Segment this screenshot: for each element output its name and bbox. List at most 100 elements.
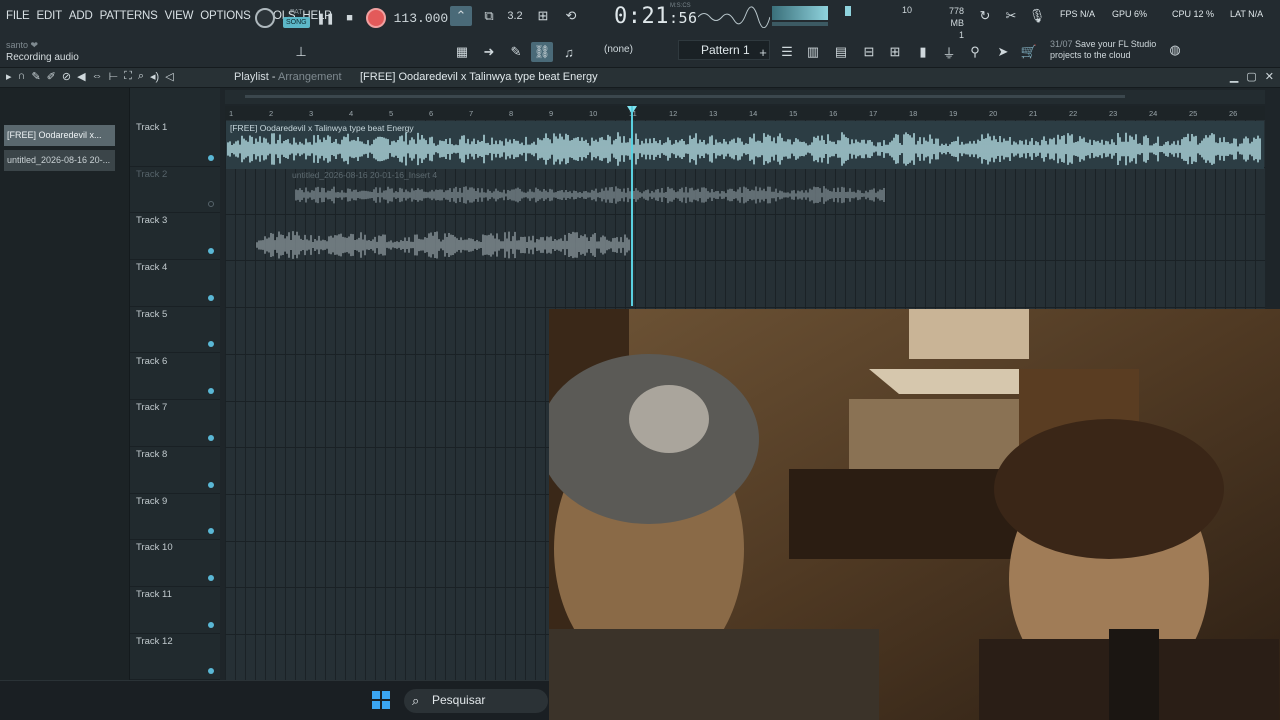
pat-song-switch[interactable]: PAT SONG bbox=[283, 8, 310, 28]
wait-input-icon[interactable]: ⧉ bbox=[478, 6, 500, 26]
tempo-display[interactable]: 113.000 bbox=[394, 11, 449, 26]
delete-icon[interactable]: ⊘ bbox=[62, 70, 71, 83]
channel-selector[interactable]: (none) bbox=[604, 44, 633, 55]
piano-icon[interactable]: ▦ bbox=[451, 42, 473, 62]
track-active-dot[interactable] bbox=[208, 341, 214, 348]
globe-icon[interactable]: ◍ bbox=[1164, 40, 1186, 60]
track-name: Track 8 bbox=[136, 448, 168, 460]
track-header[interactable]: Track 1 bbox=[130, 120, 220, 167]
time-unit: M:S:CS bbox=[670, 3, 691, 9]
pencil-icon[interactable]: ✎ bbox=[505, 42, 527, 62]
news-line1: Save your FL Studio bbox=[1075, 39, 1157, 49]
track-header[interactable]: Track 12 bbox=[130, 634, 220, 681]
draw-icon[interactable]: ✎ bbox=[31, 70, 40, 83]
track-name: Track 5 bbox=[136, 308, 168, 320]
track-header[interactable]: Track 5 bbox=[130, 307, 220, 354]
mute-icon[interactable]: ◀ bbox=[77, 70, 85, 83]
add-pattern-icon[interactable]: + bbox=[752, 42, 774, 62]
plugin-picker-icon[interactable]: ⊞ bbox=[884, 42, 906, 62]
track-active-dot[interactable] bbox=[208, 388, 214, 395]
taskbar-search[interactable]: ⌕ Pesquisar bbox=[404, 689, 548, 713]
send-icon[interactable]: ➤ bbox=[992, 42, 1014, 62]
arrow-right-icon[interactable]: ➜ bbox=[478, 42, 500, 62]
countdown-icon[interactable]: 3.2 bbox=[504, 6, 526, 26]
menu-options[interactable]: OPTIONS bbox=[200, 10, 251, 22]
channel-rack-icon[interactable]: ▤ bbox=[830, 42, 852, 62]
pause-button[interactable]: ❚❚ bbox=[316, 10, 334, 26]
master-pitch-slider[interactable] bbox=[845, 6, 851, 16]
track-name: Track 2 bbox=[136, 168, 168, 180]
tuner-icon[interactable]: ⚲ bbox=[964, 42, 986, 62]
pat-label: PAT bbox=[290, 9, 303, 16]
track-header[interactable]: Track 8 bbox=[130, 447, 220, 494]
record-button[interactable] bbox=[365, 8, 386, 28]
slip-icon[interactable]: ⇔ bbox=[92, 70, 103, 83]
track-active-dot[interactable] bbox=[208, 574, 214, 581]
menu-view[interactable]: VIEW bbox=[165, 10, 194, 22]
ruler-bar-number: 26 bbox=[1229, 109, 1238, 118]
menu-add[interactable]: ADD bbox=[69, 10, 93, 22]
piano-roll-icon[interactable]: ⊟ bbox=[858, 42, 880, 62]
link-icon[interactable]: ⛓ bbox=[531, 42, 553, 62]
playhead[interactable] bbox=[631, 106, 633, 306]
track-header[interactable]: Track 2 bbox=[130, 167, 220, 214]
ruler-bar-number: 2 bbox=[269, 109, 274, 118]
horizontal-scrollbar[interactable] bbox=[225, 90, 1265, 104]
track-name: Track 1 bbox=[136, 122, 168, 133]
track-header[interactable]: Track 4 bbox=[130, 260, 220, 307]
master-volume-knob[interactable] bbox=[255, 8, 275, 28]
audio-icon[interactable]: ♫ bbox=[558, 42, 580, 62]
paint-icon[interactable]: ✐ bbox=[47, 70, 56, 83]
maximize-icon[interactable]: ▢ bbox=[1246, 70, 1256, 83]
mic-icon[interactable]: 🎙 bbox=[1026, 6, 1048, 26]
track-header[interactable]: Track 3 bbox=[130, 213, 220, 261]
menu-file[interactable]: FILE bbox=[6, 10, 30, 22]
mixer-icon[interactable]: ▥ bbox=[802, 42, 824, 62]
refresh-icon[interactable]: ↻ bbox=[974, 6, 996, 26]
plug-icon[interactable]: ⏚ bbox=[938, 42, 960, 62]
menu-patterns[interactable]: PATTERNS bbox=[100, 10, 158, 22]
select-icon[interactable]: ⛶ bbox=[124, 70, 132, 83]
browser-clip-insert[interactable]: untitled_2026-08-16 20-... bbox=[4, 150, 115, 171]
cut-icon[interactable]: ✂ bbox=[1000, 6, 1022, 26]
track-active-dot[interactable] bbox=[208, 481, 214, 488]
magnet-icon[interactable]: ∩ bbox=[18, 70, 26, 83]
track-header[interactable]: Track 9 bbox=[130, 494, 220, 541]
zoom-icon[interactable]: ⌕ bbox=[138, 70, 144, 83]
track-header[interactable]: Track 6 bbox=[130, 354, 220, 401]
track-active-dot[interactable] bbox=[208, 668, 214, 675]
snap-icon[interactable]: ⊥ bbox=[290, 42, 312, 62]
audio-clip-insert[interactable]: untitled_2026-08-16 20-01-16_Insert 4 bbox=[286, 168, 906, 214]
track-active-dot[interactable] bbox=[208, 294, 214, 301]
playback-icon[interactable]: ◂) bbox=[150, 70, 159, 83]
step-edit-icon[interactable]: ⊞ bbox=[532, 6, 554, 26]
minimize-icon[interactable]: ▁ bbox=[1230, 70, 1238, 83]
track-active-dot[interactable] bbox=[208, 528, 214, 535]
track-active-dot[interactable] bbox=[208, 154, 214, 161]
track-active-dot[interactable] bbox=[208, 201, 214, 208]
track-header[interactable]: Track 7 bbox=[130, 400, 220, 447]
track-active-dot[interactable] bbox=[208, 434, 214, 441]
scroll-thumb[interactable] bbox=[245, 95, 1125, 98]
timeline-ruler[interactable]: 1234567891011121314151617181920212223242… bbox=[225, 106, 1265, 120]
stop-button[interactable]: ■ bbox=[342, 10, 358, 26]
news-panel[interactable]: 31/07 Save your FL Studio projects to th… bbox=[1050, 39, 1156, 61]
windows-start-icon[interactable] bbox=[372, 691, 390, 709]
track-active-dot[interactable] bbox=[208, 248, 214, 255]
slice-icon[interactable]: ⊢ bbox=[109, 70, 119, 83]
menu-edit[interactable]: EDIT bbox=[37, 10, 63, 22]
loop-record-icon[interactable]: ⟲ bbox=[560, 6, 582, 26]
track-active-dot[interactable] bbox=[208, 621, 214, 628]
track-header[interactable]: Track 11 bbox=[130, 587, 220, 634]
metronome-icon[interactable]: ⌃ bbox=[450, 6, 472, 26]
track-header[interactable]: Track 10 bbox=[130, 540, 220, 587]
play-arrow-icon[interactable]: ▸ bbox=[6, 70, 12, 83]
browser-icon[interactable]: ▮ bbox=[912, 42, 934, 62]
playlist-icon[interactable]: ☰ bbox=[776, 42, 798, 62]
waveform-path bbox=[256, 231, 630, 259]
close-icon[interactable]: ✕ bbox=[1265, 70, 1274, 83]
track-name: Track 11 bbox=[136, 589, 172, 600]
audio-clip-main[interactable]: [FREE] Oodaredevil x Talinwya type beat … bbox=[226, 121, 1264, 169]
cart-icon[interactable]: 🛒 bbox=[1018, 42, 1040, 62]
browser-clip-main[interactable]: [FREE] Oodaredevil x... bbox=[4, 125, 115, 146]
